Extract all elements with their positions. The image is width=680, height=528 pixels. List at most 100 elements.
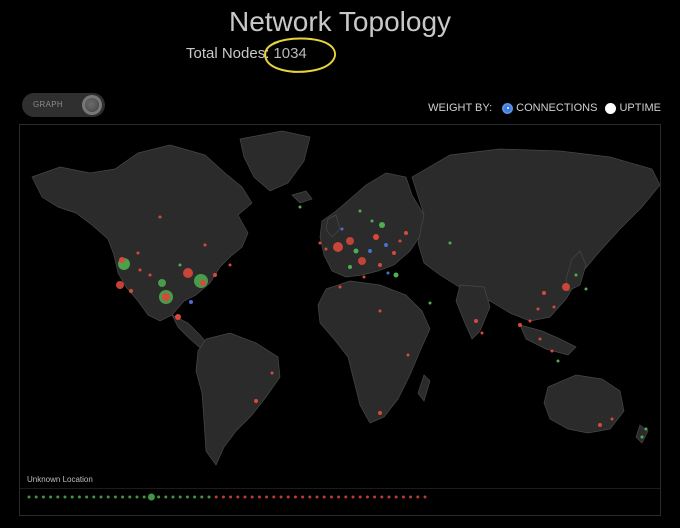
unknown-node-marker[interactable]: [92, 495, 96, 499]
unknown-node-marker[interactable]: [365, 495, 369, 499]
node-marker[interactable]: [228, 263, 232, 267]
unknown-node-marker[interactable]: [99, 495, 103, 499]
node-marker[interactable]: [338, 285, 342, 289]
toggle-knob[interactable]: [82, 95, 102, 115]
node-marker[interactable]: [550, 349, 554, 353]
node-marker[interactable]: [324, 247, 328, 251]
node-marker[interactable]: [562, 283, 570, 291]
node-marker[interactable]: [542, 291, 546, 295]
node-marker[interactable]: [538, 337, 542, 341]
unknown-node-marker[interactable]: [322, 495, 326, 499]
node-marker[interactable]: [644, 427, 648, 431]
unknown-node-marker[interactable]: [279, 495, 283, 499]
node-marker[interactable]: [428, 301, 432, 305]
node-marker[interactable]: [404, 231, 408, 235]
unknown-node-marker[interactable]: [106, 495, 110, 499]
node-marker[interactable]: [203, 243, 207, 247]
node-marker[interactable]: [384, 243, 388, 247]
node-marker[interactable]: [574, 273, 578, 277]
node-marker[interactable]: [474, 319, 478, 323]
unknown-node-marker[interactable]: [113, 495, 117, 499]
unknown-node-marker[interactable]: [128, 495, 132, 499]
node-marker[interactable]: [213, 273, 217, 277]
unknown-node-marker[interactable]: [423, 495, 427, 499]
node-marker[interactable]: [346, 237, 354, 245]
unknown-node-marker[interactable]: [293, 495, 297, 499]
unknown-node-marker[interactable]: [63, 495, 67, 499]
unknown-node-marker[interactable]: [193, 495, 197, 499]
node-marker[interactable]: [448, 241, 452, 245]
unknown-node-marker[interactable]: [401, 495, 405, 499]
node-marker[interactable]: [158, 279, 166, 287]
unknown-node-marker[interactable]: [70, 495, 74, 499]
node-marker[interactable]: [318, 241, 322, 245]
unknown-node-marker[interactable]: [272, 495, 276, 499]
node-marker[interactable]: [378, 263, 382, 267]
unknown-node-marker[interactable]: [337, 495, 341, 499]
node-marker[interactable]: [598, 423, 602, 427]
unknown-node-marker[interactable]: [351, 495, 355, 499]
node-marker[interactable]: [373, 234, 379, 240]
unknown-node-marker[interactable]: [229, 495, 233, 499]
unknown-node-marker[interactable]: [77, 495, 81, 499]
unknown-node-marker[interactable]: [147, 493, 155, 501]
unknown-node-marker[interactable]: [164, 495, 168, 499]
node-marker[interactable]: [536, 307, 540, 311]
node-marker[interactable]: [183, 268, 193, 278]
unknown-node-marker[interactable]: [243, 495, 247, 499]
connections-radio[interactable]: [502, 102, 514, 114]
node-marker[interactable]: [398, 239, 402, 243]
node-marker[interactable]: [386, 271, 390, 275]
node-marker[interactable]: [362, 275, 366, 279]
unknown-node-marker[interactable]: [157, 495, 161, 499]
node-marker[interactable]: [116, 281, 124, 289]
weight-by-connections-option[interactable]: CONNECTIONS: [502, 102, 597, 114]
node-marker[interactable]: [610, 417, 614, 421]
node-marker[interactable]: [333, 242, 343, 252]
node-marker[interactable]: [358, 257, 366, 265]
unknown-node-marker[interactable]: [214, 495, 218, 499]
node-marker[interactable]: [348, 265, 352, 269]
unknown-node-marker[interactable]: [344, 495, 348, 499]
unknown-node-marker[interactable]: [250, 495, 254, 499]
node-marker[interactable]: [379, 222, 385, 228]
unknown-node-marker[interactable]: [142, 495, 146, 499]
node-marker[interactable]: [175, 314, 181, 320]
unknown-node-marker[interactable]: [221, 495, 225, 499]
unknown-node-marker[interactable]: [49, 495, 53, 499]
node-marker[interactable]: [189, 300, 193, 304]
unknown-node-marker[interactable]: [27, 495, 31, 499]
unknown-node-marker[interactable]: [301, 495, 305, 499]
node-marker[interactable]: [200, 280, 206, 286]
unknown-node-marker[interactable]: [121, 495, 125, 499]
unknown-node-marker[interactable]: [409, 495, 413, 499]
unknown-node-marker[interactable]: [358, 495, 362, 499]
node-marker[interactable]: [148, 273, 152, 277]
unknown-node-marker[interactable]: [135, 495, 139, 499]
unknown-node-marker[interactable]: [308, 495, 312, 499]
node-marker[interactable]: [640, 435, 644, 439]
world-map-panel[interactable]: Unknown Location: [19, 124, 661, 516]
node-marker[interactable]: [392, 251, 396, 255]
unknown-node-marker[interactable]: [265, 495, 269, 499]
node-marker[interactable]: [378, 309, 382, 313]
unknown-node-marker[interactable]: [315, 495, 319, 499]
graph-map-toggle[interactable]: GRAPH: [22, 93, 105, 117]
unknown-node-marker[interactable]: [34, 495, 38, 499]
unknown-node-marker[interactable]: [178, 495, 182, 499]
node-marker[interactable]: [480, 331, 484, 335]
node-marker[interactable]: [370, 219, 374, 223]
node-marker[interactable]: [584, 287, 588, 291]
unknown-node-marker[interactable]: [373, 495, 377, 499]
unknown-node-marker[interactable]: [286, 495, 290, 499]
weight-by-uptime-option[interactable]: UPTIME: [605, 102, 661, 114]
uptime-radio[interactable]: [605, 102, 617, 114]
unknown-node-marker[interactable]: [329, 495, 333, 499]
node-marker[interactable]: [358, 209, 362, 213]
node-marker[interactable]: [528, 319, 532, 323]
node-marker[interactable]: [298, 205, 302, 209]
node-marker[interactable]: [353, 248, 359, 254]
node-marker[interactable]: [406, 353, 410, 357]
unknown-node-marker[interactable]: [387, 495, 391, 499]
world-map[interactable]: [20, 125, 660, 515]
